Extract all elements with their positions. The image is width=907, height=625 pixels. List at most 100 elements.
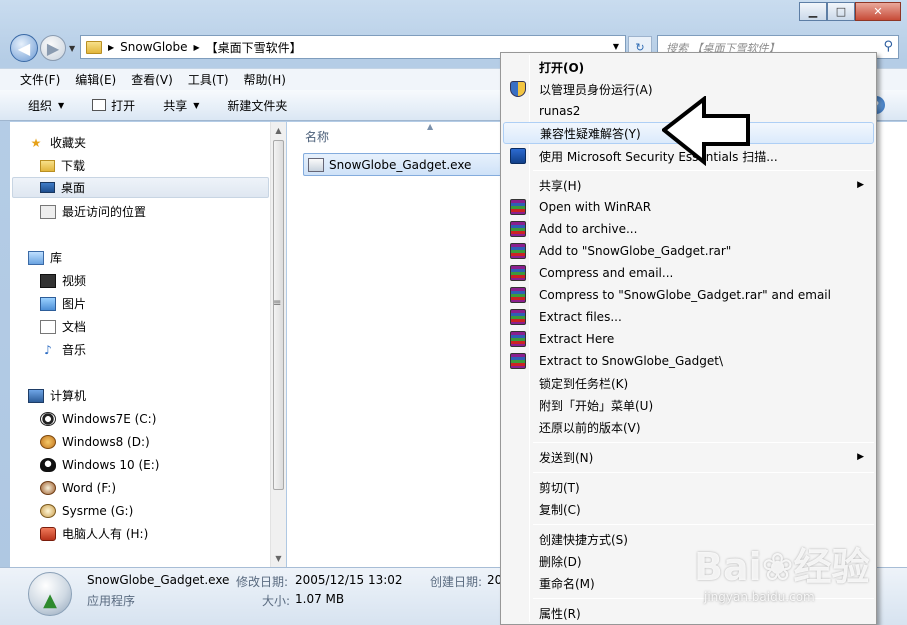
menu-label: 还原以前的版本(V) — [539, 420, 641, 435]
open-button[interactable]: 打开 — [92, 97, 135, 114]
menu-winrar-compress-email[interactable]: Compress and email... — [503, 262, 874, 284]
menu-open[interactable]: 打开(O) — [503, 56, 874, 78]
menu-separator — [533, 442, 874, 443]
menu-label: 属性(R) — [539, 606, 581, 621]
nav-computer[interactable]: 计算机 — [28, 385, 86, 406]
breadcrumb-snowglobe[interactable]: SnowGlobe — [120, 40, 187, 54]
address-dropdown-icon[interactable]: ▼ — [613, 42, 619, 51]
winrar-icon — [510, 199, 526, 215]
forward-button[interactable]: ▶ — [40, 35, 66, 61]
nav-videos[interactable]: 视频 — [40, 270, 86, 291]
maximize-button[interactable]: □ — [827, 2, 855, 21]
details-size-label: 大小: — [262, 594, 291, 608]
folder-icon — [86, 40, 102, 54]
menu-label: 打开(O) — [539, 60, 585, 75]
computer-icon — [28, 388, 44, 403]
nav-libraries[interactable]: 库 — [28, 247, 62, 268]
video-icon — [40, 273, 56, 288]
security-essentials-icon — [510, 148, 526, 164]
menu-winrar-extract-to[interactable]: Extract to SnowGlobe_Gadget\ — [503, 350, 874, 372]
menu-winrar-add[interactable]: Add to archive... — [503, 218, 874, 240]
winrar-icon — [510, 243, 526, 259]
organize-button[interactable]: 组织 ▼ — [28, 97, 64, 114]
winrar-icon — [510, 331, 526, 347]
nav-drive-c[interactable]: Windows7E (C:) — [40, 408, 156, 429]
breadcrumb-current-folder[interactable]: 【桌面下雪软件】 — [206, 39, 302, 56]
recent-places-icon — [40, 204, 56, 219]
nav-drive-h[interactable]: 电脑人人有 (H:) — [40, 523, 148, 544]
winrar-icon — [510, 353, 526, 369]
nav-downloads[interactable]: 下载 — [40, 155, 85, 176]
nav-documents[interactable]: 文档 — [40, 316, 86, 337]
menu-winrar-open[interactable]: Open with WinRAR — [503, 196, 874, 218]
forward-arrow-icon: ▶ — [46, 38, 60, 58]
menu-winrar-compress-named-email[interactable]: Compress to "SnowGlobe_Gadget.rar" and e… — [503, 284, 874, 306]
nav-pane-scrollbar[interactable]: ▲ ▼ — [270, 122, 286, 567]
submenu-arrow-icon: ▶ — [857, 180, 864, 190]
close-button[interactable]: ✕ — [855, 2, 901, 21]
menu-share[interactable]: 共享(H) ▶ — [503, 174, 874, 196]
drive-icon — [40, 503, 56, 518]
chevron-right-icon[interactable]: ▶ — [194, 43, 200, 52]
menu-rename[interactable]: 重命名(M) — [503, 572, 874, 594]
share-button[interactable]: 共享 ▼ — [163, 97, 199, 114]
annotation-arrow-icon — [662, 96, 750, 166]
menu-separator — [533, 598, 874, 599]
scrollbar-thumb[interactable] — [273, 140, 284, 490]
menu-pin-taskbar[interactable]: 锁定到任务栏(K) — [503, 372, 874, 394]
details-size-value: 1.07 MB — [295, 592, 345, 606]
new-folder-button[interactable]: 新建文件夹 — [227, 97, 287, 114]
menu-edit[interactable]: 编辑(E) — [75, 71, 116, 88]
menu-tools[interactable]: 工具(T) — [188, 71, 229, 88]
nav-drive-e[interactable]: Windows 10 (E:) — [40, 454, 159, 475]
file-item-snowglobe[interactable]: SnowGlobe_Gadget.exe — [303, 153, 513, 176]
back-button[interactable]: ◀ — [10, 34, 38, 62]
scroll-down-icon[interactable]: ▼ — [271, 550, 286, 567]
library-icon — [28, 250, 44, 265]
nav-label: 视频 — [62, 274, 87, 288]
menu-winrar-extract-files[interactable]: Extract files... — [503, 306, 874, 328]
nav-pictures[interactable]: 图片 — [40, 293, 86, 314]
menu-pin-start[interactable]: 附到「开始」菜单(U) — [503, 394, 874, 416]
details-modified-value: 2005/12/15 13:02 — [295, 573, 403, 587]
executable-icon — [308, 157, 324, 172]
winrar-icon — [510, 265, 526, 281]
menu-file[interactable]: 文件(F) — [20, 71, 60, 88]
menu-winrar-add-named[interactable]: Add to "SnowGlobe_Gadget.rar" — [503, 240, 874, 262]
search-icon[interactable]: ⚲ — [883, 39, 893, 54]
scroll-up-icon[interactable]: ▲ — [271, 122, 286, 139]
new-folder-label: 新建文件夹 — [227, 98, 288, 113]
drive-icon — [40, 411, 56, 426]
sort-ascending-icon: ▲ — [427, 122, 434, 131]
chevron-right-icon[interactable]: ▶ — [108, 43, 114, 52]
nav-music[interactable]: ♪ 音乐 — [40, 339, 86, 360]
menu-restore-versions[interactable]: 还原以前的版本(V) — [503, 416, 874, 438]
nav-favorites[interactable]: ★ 收藏夹 — [28, 132, 86, 153]
drive-icon — [40, 480, 56, 495]
menu-help[interactable]: 帮助(H) — [244, 71, 286, 88]
menu-send-to[interactable]: 发送到(N) ▶ — [503, 446, 874, 468]
explorer-window: ▁ □ ✕ ◀ ▶ ▼ ▶ SnowGlobe ▶ 【桌面下雪软件】 ▼ ↻ 搜… — [0, 0, 907, 625]
nav-drive-g[interactable]: Sysrme (G:) — [40, 500, 133, 521]
pane-splitter-icon[interactable]: ≡ — [273, 298, 281, 309]
recent-pages-dropdown-icon[interactable]: ▼ — [69, 44, 75, 53]
nav-recent-places[interactable]: 最近访问的位置 — [40, 201, 146, 222]
column-header-name[interactable]: 名称 — [305, 128, 329, 145]
menu-properties[interactable]: 属性(R) — [503, 602, 874, 624]
drive-icon — [40, 526, 56, 541]
menu-cut[interactable]: 剪切(T) — [503, 476, 874, 498]
winrar-icon — [510, 221, 526, 237]
nav-drive-f[interactable]: Word (F:) — [40, 477, 116, 498]
menu-winrar-extract-here[interactable]: Extract Here — [503, 328, 874, 350]
menu-separator — [533, 472, 874, 473]
minimize-button[interactable]: ▁ — [799, 2, 827, 21]
menu-create-shortcut[interactable]: 创建快捷方式(S) — [503, 528, 874, 550]
window-controls: ▁ □ ✕ — [799, 2, 901, 21]
nav-label: 音乐 — [62, 343, 87, 357]
menu-delete[interactable]: 删除(D) — [503, 550, 874, 572]
menu-view[interactable]: 查看(V) — [131, 71, 173, 88]
nav-label: Sysrme (G:) — [62, 503, 134, 518]
nav-desktop[interactable]: 桌面 — [12, 177, 269, 198]
nav-drive-d[interactable]: Windows8 (D:) — [40, 431, 150, 452]
menu-copy[interactable]: 复制(C) — [503, 498, 874, 520]
